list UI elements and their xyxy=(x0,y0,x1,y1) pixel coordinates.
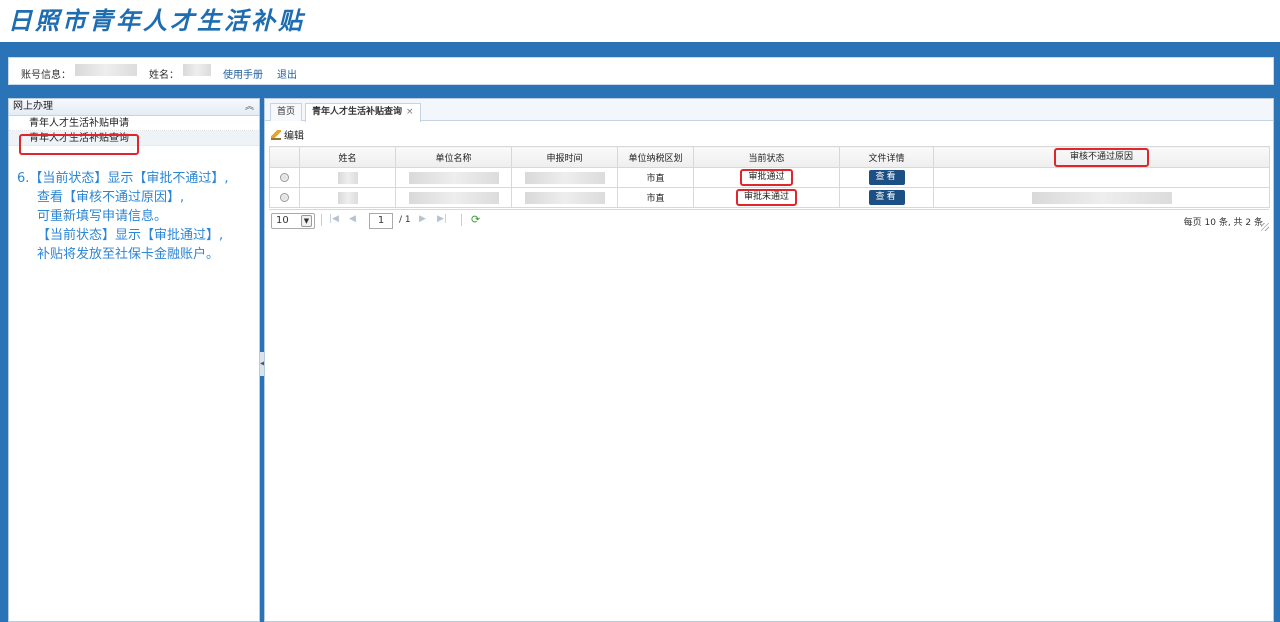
highlight-box-menu xyxy=(19,134,139,155)
subsidy-query-table: 姓名 单位名称 申报时间 单位纳税区划 当前状态 文件详情 审核不通过原因 市直… xyxy=(269,146,1270,208)
view-button[interactable]: 查看 xyxy=(868,170,905,185)
pager-divider xyxy=(461,214,462,226)
page-size-select[interactable]: 10 ▼ xyxy=(271,213,315,229)
cell-company-redacted xyxy=(395,187,512,208)
table-header-row: 姓名 单位名称 申报时间 单位纳税区划 当前状态 文件详情 审核不通过原因 xyxy=(269,146,1270,168)
instruction-note: 6.【当前状态】显示【审批不通过】, 查看【审核不通过原因】, 可重新填写申请信… xyxy=(17,169,255,264)
name-value-redacted xyxy=(183,64,211,76)
chevron-down-icon: ▼ xyxy=(301,215,312,227)
pager-summary: 每页 10 条, 共 2 条 xyxy=(1183,218,1263,228)
prev-page-icon[interactable]: ◀ xyxy=(349,214,356,224)
note-line: 补贴将发放至社保卡金融账户。 xyxy=(37,247,220,262)
first-page-icon[interactable]: |◀ xyxy=(329,214,339,224)
tab-home[interactable]: 首页 xyxy=(270,103,303,121)
total-pages: / 1 xyxy=(399,215,411,225)
header-name[interactable]: 姓名 xyxy=(299,146,396,168)
header-tax-district[interactable]: 单位纳税区划 xyxy=(617,146,694,168)
sidebar-title: 网上办理 xyxy=(13,101,53,112)
cell-company-redacted xyxy=(395,167,512,188)
cell-apply-time-redacted xyxy=(511,187,618,208)
last-page-icon[interactable]: ▶| xyxy=(437,214,447,224)
table-row[interactable]: 市直 审批通过 查看 xyxy=(269,167,1270,188)
edit-button[interactable]: 编辑 xyxy=(271,130,304,142)
note-line: 可重新填写申请信息。 xyxy=(37,209,168,224)
close-icon[interactable]: × xyxy=(406,107,414,117)
page-number-input[interactable]: 1 xyxy=(369,213,393,229)
pager-divider xyxy=(321,214,322,226)
cell-file-detail: 查看 xyxy=(839,167,934,188)
cell-apply-time-redacted xyxy=(511,167,618,188)
sidebar-item-label: 青年人才生活补贴申请 xyxy=(29,118,129,129)
table-row[interactable]: 市直 审批未通过 查看 xyxy=(269,187,1270,208)
cell-name-redacted xyxy=(299,187,396,208)
cell-reject-reason-redacted xyxy=(933,187,1270,208)
row-radio[interactable] xyxy=(269,167,300,188)
status-badge: 审批未通过 xyxy=(735,189,797,206)
cell-name-redacted xyxy=(299,167,396,188)
cell-file-detail: 查看 xyxy=(839,187,934,208)
view-button[interactable]: 查看 xyxy=(868,190,905,205)
account-info-bar: 账号信息： 姓名： 使用手册 退出 xyxy=(8,57,1274,85)
page-size-value: 10 xyxy=(276,215,289,226)
sidebar-item-subsidy-apply[interactable]: 青年人才生活补贴申请 xyxy=(9,116,259,131)
header-reject-reason[interactable]: 审核不通过原因 xyxy=(933,146,1270,168)
sidebar-header: 网上办理 ︽ xyxy=(9,99,259,116)
note-line: 6.【当前状态】显示【审批不通过】, xyxy=(17,171,229,186)
account-label: 账号信息： xyxy=(21,70,71,81)
double-chevron-up-icon[interactable]: ︽ xyxy=(245,99,254,115)
name-label: 姓名： xyxy=(149,70,179,81)
pencil-icon xyxy=(271,130,281,140)
grid-toolbar: 编辑 xyxy=(271,127,304,142)
tab-strip: 首页 青年人才生活补贴查询 × xyxy=(265,99,1273,122)
header-select xyxy=(269,146,300,168)
next-page-icon[interactable]: ▶ xyxy=(419,214,426,224)
cell-status: 审批未通过 xyxy=(693,187,840,208)
note-line: 【当前状态】显示【审批通过】, xyxy=(37,228,224,243)
row-radio[interactable] xyxy=(269,187,300,208)
header-apply-time[interactable]: 申报时间 xyxy=(511,146,618,168)
edit-label: 编辑 xyxy=(284,131,304,142)
resize-grip-icon[interactable] xyxy=(1261,223,1269,231)
main-panel: 首页 青年人才生活补贴查询 × 编辑 姓名 单位名称 申报时间 单位纳税区划 当前… xyxy=(264,98,1274,622)
radio-button[interactable] xyxy=(280,172,289,182)
header-company[interactable]: 单位名称 xyxy=(395,146,512,168)
status-badge: 审批通过 xyxy=(740,169,793,186)
tab-subsidy-query[interactable]: 青年人才生活补贴查询 × xyxy=(305,103,421,122)
user-manual-link[interactable]: 使用手册 xyxy=(223,66,263,81)
cell-reject-reason xyxy=(933,167,1270,188)
highlight-box-reason-header: 审核不通过原因 xyxy=(1053,147,1149,167)
tab-label: 首页 xyxy=(277,107,296,117)
app-title: 日照市青年人才生活补贴 xyxy=(8,6,305,35)
sidebar-panel: 网上办理 ︽ 青年人才生活补贴申请 青年人才生活补贴查询 6.【当前状态】显示【… xyxy=(8,98,260,622)
radio-button[interactable] xyxy=(280,192,289,202)
note-line: 查看【审核不通过原因】, xyxy=(37,190,185,205)
tab-label: 青年人才生活补贴查询 xyxy=(312,107,403,117)
cell-tax-district: 市直 xyxy=(617,167,694,188)
pagination-bar: 10 ▼ |◀ ◀ 1 / 1 ▶ ▶| ⟳ 每页 10 条, 共 2 条 xyxy=(269,209,1269,231)
account-value-redacted xyxy=(75,64,137,76)
header-file-detail[interactable]: 文件详情 xyxy=(839,146,934,168)
app-header: 日照市青年人才生活补贴 xyxy=(0,0,1280,42)
cell-tax-district: 市直 xyxy=(617,187,694,208)
cell-status: 审批通过 xyxy=(693,167,840,188)
logout-link[interactable]: 退出 xyxy=(277,66,297,81)
refresh-icon[interactable]: ⟳ xyxy=(471,213,480,226)
header-status[interactable]: 当前状态 xyxy=(693,146,840,168)
